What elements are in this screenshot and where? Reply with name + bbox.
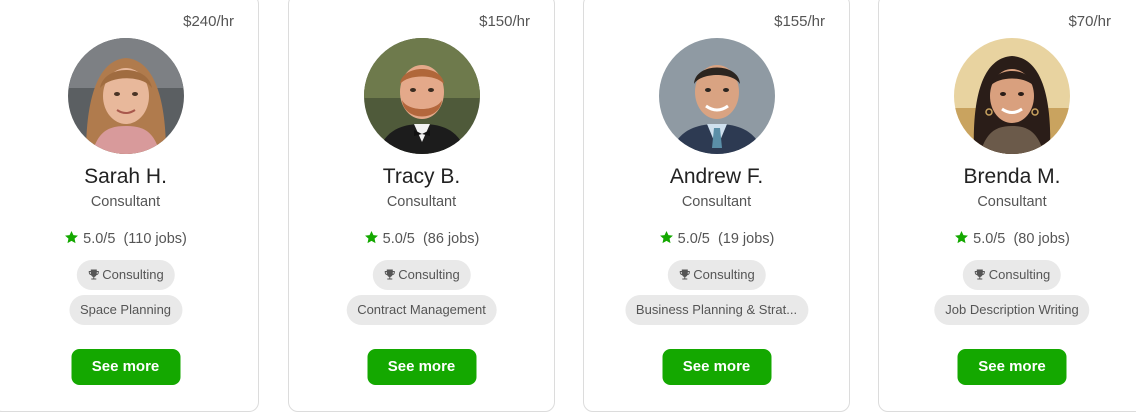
- see-more-button[interactable]: See more: [957, 349, 1067, 385]
- trophy-icon: [87, 262, 99, 292]
- avatar[interactable]: [363, 38, 480, 154]
- star-icon: [364, 230, 379, 249]
- category-label: Consulting: [693, 267, 755, 282]
- freelancer-card: $150/hr Tracy B. Consultant 5.0/5 (86 jo…: [288, 0, 555, 412]
- freelancer-title: Consultant: [386, 194, 457, 210]
- rating-row: 5.0/5 (110 jobs): [0, 230, 258, 249]
- star-icon: [64, 230, 79, 249]
- trophy-icon: [383, 262, 395, 292]
- skill-badge[interactable]: Job Description Writing: [934, 295, 1090, 325]
- rating-value: 5.0/5: [382, 231, 415, 247]
- avatar[interactable]: [658, 38, 775, 154]
- category-badge: Consulting: [962, 260, 1062, 292]
- category-badge: Consulting: [667, 260, 766, 292]
- freelancer-name[interactable]: Brenda M.: [879, 165, 1136, 189]
- job-count: (110 jobs): [123, 231, 187, 247]
- job-count: (86 jobs): [422, 231, 480, 247]
- hourly-rate: $240/hr: [183, 13, 234, 30]
- skill-badge[interactable]: Space Planning: [68, 295, 183, 325]
- freelancer-name[interactable]: Sarah H.: [0, 165, 258, 189]
- skill-badge[interactable]: Business Planning & Strat...: [624, 295, 809, 325]
- see-more-button[interactable]: See more: [71, 349, 180, 385]
- avatar[interactable]: [954, 38, 1070, 154]
- freelancer-name[interactable]: Tracy B.: [289, 165, 554, 189]
- rating-row: 5.0/5 (80 jobs): [879, 230, 1136, 249]
- rating-value: 5.0/5: [677, 231, 710, 247]
- freelancer-card: $240/hr Sarah H. Consultant 5.0/5 (110 j…: [0, 0, 259, 412]
- skill-badge[interactable]: Contract Management: [346, 295, 497, 325]
- freelancer-title: Consultant: [90, 194, 161, 210]
- rating-value: 5.0/5: [83, 231, 116, 247]
- hourly-rate: $150/hr: [479, 13, 530, 30]
- star-icon: [659, 230, 674, 249]
- category-badge: Consulting: [372, 260, 471, 292]
- freelancer-name[interactable]: Andrew F.: [584, 165, 849, 189]
- avatar[interactable]: [67, 38, 184, 154]
- trophy-icon: [678, 262, 690, 292]
- category-badge: Consulting: [76, 260, 175, 292]
- freelancer-card: $70/hr Brenda M. Consultant 5.0/5 (80 jo…: [878, 0, 1136, 412]
- hourly-rate: $70/hr: [1068, 13, 1111, 30]
- freelancer-card: $155/hr Andrew F. Consultant 5.0/5 (19 j…: [583, 0, 850, 412]
- rating-row: 5.0/5 (19 jobs): [584, 230, 849, 249]
- rating-row: 5.0/5 (86 jobs): [289, 230, 554, 249]
- freelancer-title: Consultant: [681, 194, 752, 210]
- trophy-icon: [974, 262, 986, 292]
- star-icon: [954, 230, 969, 249]
- category-label: Consulting: [398, 267, 460, 282]
- hourly-rate: $155/hr: [774, 13, 825, 30]
- category-label: Consulting: [988, 267, 1051, 282]
- category-label: Consulting: [102, 267, 164, 282]
- job-count: (19 jobs): [717, 231, 775, 247]
- job-count: (80 jobs): [1013, 231, 1070, 247]
- see-more-button[interactable]: See more: [367, 349, 476, 385]
- see-more-button[interactable]: See more: [662, 349, 771, 385]
- freelancer-title: Consultant: [977, 194, 1047, 210]
- rating-value: 5.0/5: [973, 231, 1006, 247]
